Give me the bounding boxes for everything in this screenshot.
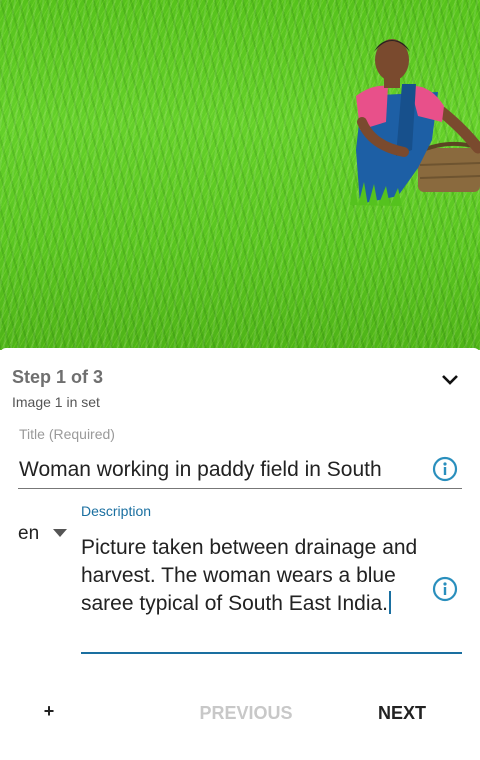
title-field-value[interactable]: Woman working in paddy field in South	[19, 458, 431, 482]
previous-button[interactable]: PREVIOUS	[192, 703, 300, 724]
step-subtitle: Image 1 in set	[12, 394, 100, 410]
next-button[interactable]: NEXT	[368, 703, 436, 724]
language-dropdown[interactable]: en	[18, 520, 74, 548]
description-field[interactable]: Picture taken between drainage and harve…	[81, 534, 462, 654]
title-field[interactable]: Woman working in paddy field in South	[18, 454, 462, 489]
language-value: en	[18, 523, 40, 544]
upload-details-card: Step 1 of 3 Image 1 in set Title (Requir…	[0, 348, 480, 760]
description-field-label: Description	[81, 503, 152, 519]
description-field-value[interactable]: Picture taken between drainage and harve…	[81, 534, 429, 618]
add-description-button[interactable]: +	[38, 701, 60, 725]
woman-in-field-figure	[350, 39, 480, 206]
collapse-button[interactable]	[436, 366, 464, 394]
step-title: Step 1 of 3	[12, 367, 104, 387]
caret-down-icon	[53, 529, 67, 537]
info-icon	[432, 576, 458, 602]
title-field-label: Title (Required)	[19, 426, 115, 442]
info-icon	[432, 456, 458, 482]
chevron-down-icon	[442, 375, 458, 385]
description-info-button[interactable]	[432, 576, 458, 602]
title-info-button[interactable]	[432, 456, 458, 482]
uploaded-photo	[0, 0, 480, 350]
